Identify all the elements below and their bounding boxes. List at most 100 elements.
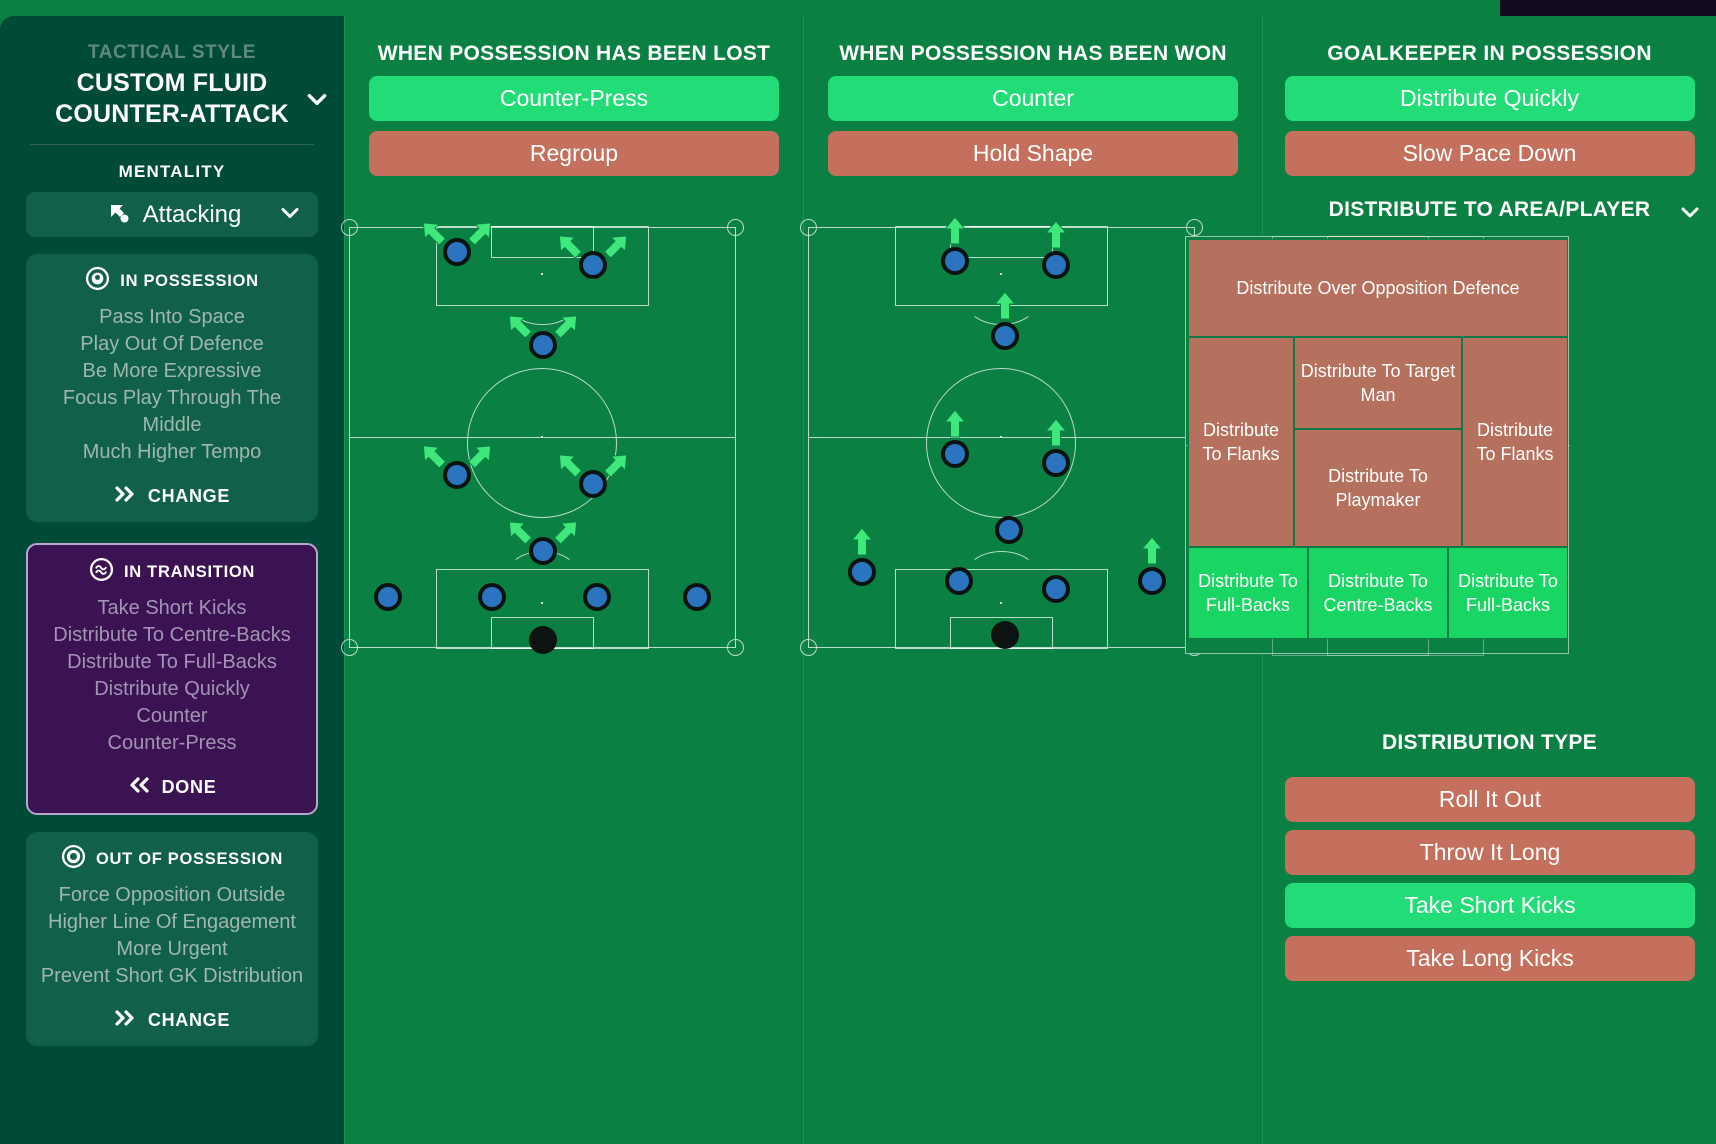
option-slow-pace-down[interactable]: Slow Pace Down	[1284, 131, 1695, 176]
change-in-possession-button[interactable]: CHANGE	[40, 470, 304, 522]
card-instruction-list: Force Opposition Outside Higher Line Of …	[40, 882, 304, 994]
zone-full-backs-left[interactable]: Distribute To Full-Backs	[1188, 547, 1308, 639]
zone-centre-backs[interactable]: Distribute To Centre-Backs	[1308, 547, 1448, 639]
change-out-of-possession-button[interactable]: CHANGE	[40, 994, 304, 1046]
pitch-possession-lost[interactable]	[341, 219, 744, 656]
list-item: Much Higher Tempo	[82, 441, 262, 463]
card-action-label: CHANGE	[147, 1009, 231, 1030]
list-item: Prevent Short GK Distribution	[40, 965, 304, 987]
player-marker-lb[interactable]	[373, 583, 402, 612]
card-action-label: DONE	[161, 776, 217, 797]
player-marker-cm-left[interactable]	[941, 440, 970, 469]
divider	[30, 144, 314, 145]
chevron-down-icon[interactable]	[304, 86, 330, 112]
column-title: WHEN POSSESSION HAS BEEN LOST	[377, 42, 771, 65]
zone-flanks-left[interactable]: Distribute To Flanks	[1188, 337, 1294, 547]
mentality-label: MENTALITY	[118, 162, 226, 181]
tactics-sidebar: TACTICAL STYLE CUSTOM FLUID COUNTER-ATTA…	[0, 16, 344, 1144]
zone-over-opposition-defence[interactable]: Distribute Over Opposition Defence	[1188, 239, 1568, 337]
column-goalkeeper: GOALKEEPER IN POSSESSION Distribute Quic…	[1185, 16, 1716, 1144]
list-item: Focus Play Through The Middle	[62, 387, 282, 436]
player-marker-cm-right[interactable]	[578, 469, 607, 498]
player-marker-goalkeeper[interactable]	[991, 621, 1020, 650]
card-action-label: CHANGE	[147, 485, 231, 506]
player-marker-st-left[interactable]	[941, 246, 970, 275]
list-item: Distribute Quickly	[94, 678, 250, 700]
list-item: Take Short Kicks	[97, 597, 247, 619]
player-marker-cm-right[interactable]	[1041, 448, 1070, 477]
player-marker-lcb[interactable]	[478, 583, 507, 612]
list-item: Higher Line Of Engagement	[48, 911, 296, 933]
player-marker-goalkeeper[interactable]	[528, 625, 557, 654]
distribute-to-area-title: DISTRIBUTE TO AREA/PLAYER	[1328, 198, 1651, 221]
double-chevron-left-icon	[128, 775, 152, 800]
player-marker-rb[interactable]	[683, 583, 712, 612]
distribution-type-take-long-kicks[interactable]: Take Long Kicks	[1285, 936, 1695, 981]
player-marker-dm[interactable]	[995, 516, 1024, 545]
double-chevron-right-icon	[114, 1008, 138, 1033]
column-possession-lost: WHEN POSSESSION HAS BEEN LOST Counter-Pr…	[341, 16, 803, 1144]
card-instruction-list: Pass Into Space Play Out Of Defence Be M…	[40, 304, 304, 470]
transition-circle-icon	[89, 557, 114, 587]
top-strip-dark	[1500, 0, 1716, 16]
shield-ball-icon	[61, 844, 86, 874]
mentality-arrow-icon	[103, 198, 131, 231]
column-title: WHEN POSSESSION HAS BEEN WON	[839, 42, 1227, 65]
player-marker-st-right[interactable]	[578, 250, 607, 279]
option-counter-press[interactable]: Counter-Press	[369, 76, 779, 121]
list-item: Play Out Of Defence	[80, 333, 264, 355]
player-marker-rcb[interactable]	[1041, 575, 1070, 604]
mentality-value: Attacking	[142, 200, 242, 228]
player-marker-rb[interactable]	[1138, 566, 1167, 595]
list-item: Distribute To Full-Backs	[67, 651, 277, 673]
pitch-possession-won[interactable]	[800, 215, 1203, 656]
mentality-selector[interactable]: Attacking	[26, 192, 318, 237]
player-marker-st-right[interactable]	[1041, 250, 1070, 279]
distribute-to-area-header[interactable]: DISTRIBUTE TO AREA/PLAYER	[1263, 198, 1716, 222]
list-item: Counter	[136, 705, 208, 727]
card-title: OUT OF POSSESSION	[95, 849, 283, 868]
option-hold-shape[interactable]: Hold Shape	[828, 131, 1238, 176]
card-header: OUT OF POSSESSION	[40, 844, 304, 874]
player-marker-rcb[interactable]	[582, 583, 611, 612]
chevron-down-icon[interactable]	[1678, 200, 1702, 230]
player-marker-st-left[interactable]	[443, 238, 472, 267]
distribution-type-throw-it-long[interactable]: Throw It Long	[1285, 830, 1695, 875]
player-marker-lb[interactable]	[848, 558, 877, 587]
player-marker-am[interactable]	[991, 322, 1020, 351]
card-title: IN POSSESSION	[120, 271, 259, 290]
distribution-type-roll-it-out[interactable]: Roll It Out	[1285, 777, 1695, 822]
list-item: Be More Expressive	[82, 360, 262, 382]
card-header: IN TRANSITION	[42, 557, 302, 587]
ball-in-circle-icon	[85, 266, 110, 296]
distribution-type-take-short-kicks[interactable]: Take Short Kicks	[1285, 883, 1695, 928]
zone-full-backs-right[interactable]: Distribute To Full-Backs	[1448, 547, 1568, 639]
tactics-screen: TACTICAL STYLE CUSTOM FLUID COUNTER-ATTA…	[0, 0, 1716, 1144]
tactical-style-name: CUSTOM FLUID COUNTER-ATTACK	[55, 69, 289, 128]
chevron-down-icon[interactable]	[278, 200, 302, 229]
list-item: Pass Into Space	[99, 306, 245, 328]
card-header: IN POSSESSION	[40, 266, 304, 296]
tactical-style-selector[interactable]: CUSTOM FLUID COUNTER-ATTACK	[26, 68, 327, 130]
zone-flanks-right[interactable]: Distribute To Flanks	[1462, 337, 1568, 547]
done-in-transition-button[interactable]: DONE	[42, 761, 302, 813]
list-item: Distribute To Centre-Backs	[53, 624, 291, 646]
card-instruction-list: Take Short Kicks Distribute To Centre-Ba…	[42, 595, 302, 761]
double-chevron-right-icon	[114, 484, 138, 509]
card-out-of-possession: OUT OF POSSESSION Force Opposition Outsi…	[26, 832, 318, 1046]
player-marker-lcb[interactable]	[944, 566, 973, 595]
list-item: Counter-Press	[107, 732, 237, 754]
player-marker-cm-left[interactable]	[443, 461, 472, 490]
player-marker-dm[interactable]	[528, 537, 557, 566]
distribute-to-area-grid[interactable]: Distribute Over Opposition Defence Distr…	[1185, 236, 1570, 656]
top-strip	[0, 0, 1500, 16]
list-item: Force Opposition Outside	[58, 884, 286, 906]
card-title: IN TRANSITION	[123, 562, 255, 581]
zone-target-man[interactable]: Distribute To Target Man	[1294, 337, 1462, 429]
option-distribute-quickly[interactable]: Distribute Quickly	[1284, 76, 1695, 121]
option-regroup[interactable]: Regroup	[369, 131, 779, 176]
option-counter[interactable]: Counter	[828, 76, 1238, 121]
card-in-transition: IN TRANSITION Take Short Kicks Distribut…	[26, 543, 318, 815]
player-marker-am[interactable]	[528, 330, 557, 359]
zone-playmaker[interactable]: Distribute To Playmaker	[1294, 429, 1462, 547]
